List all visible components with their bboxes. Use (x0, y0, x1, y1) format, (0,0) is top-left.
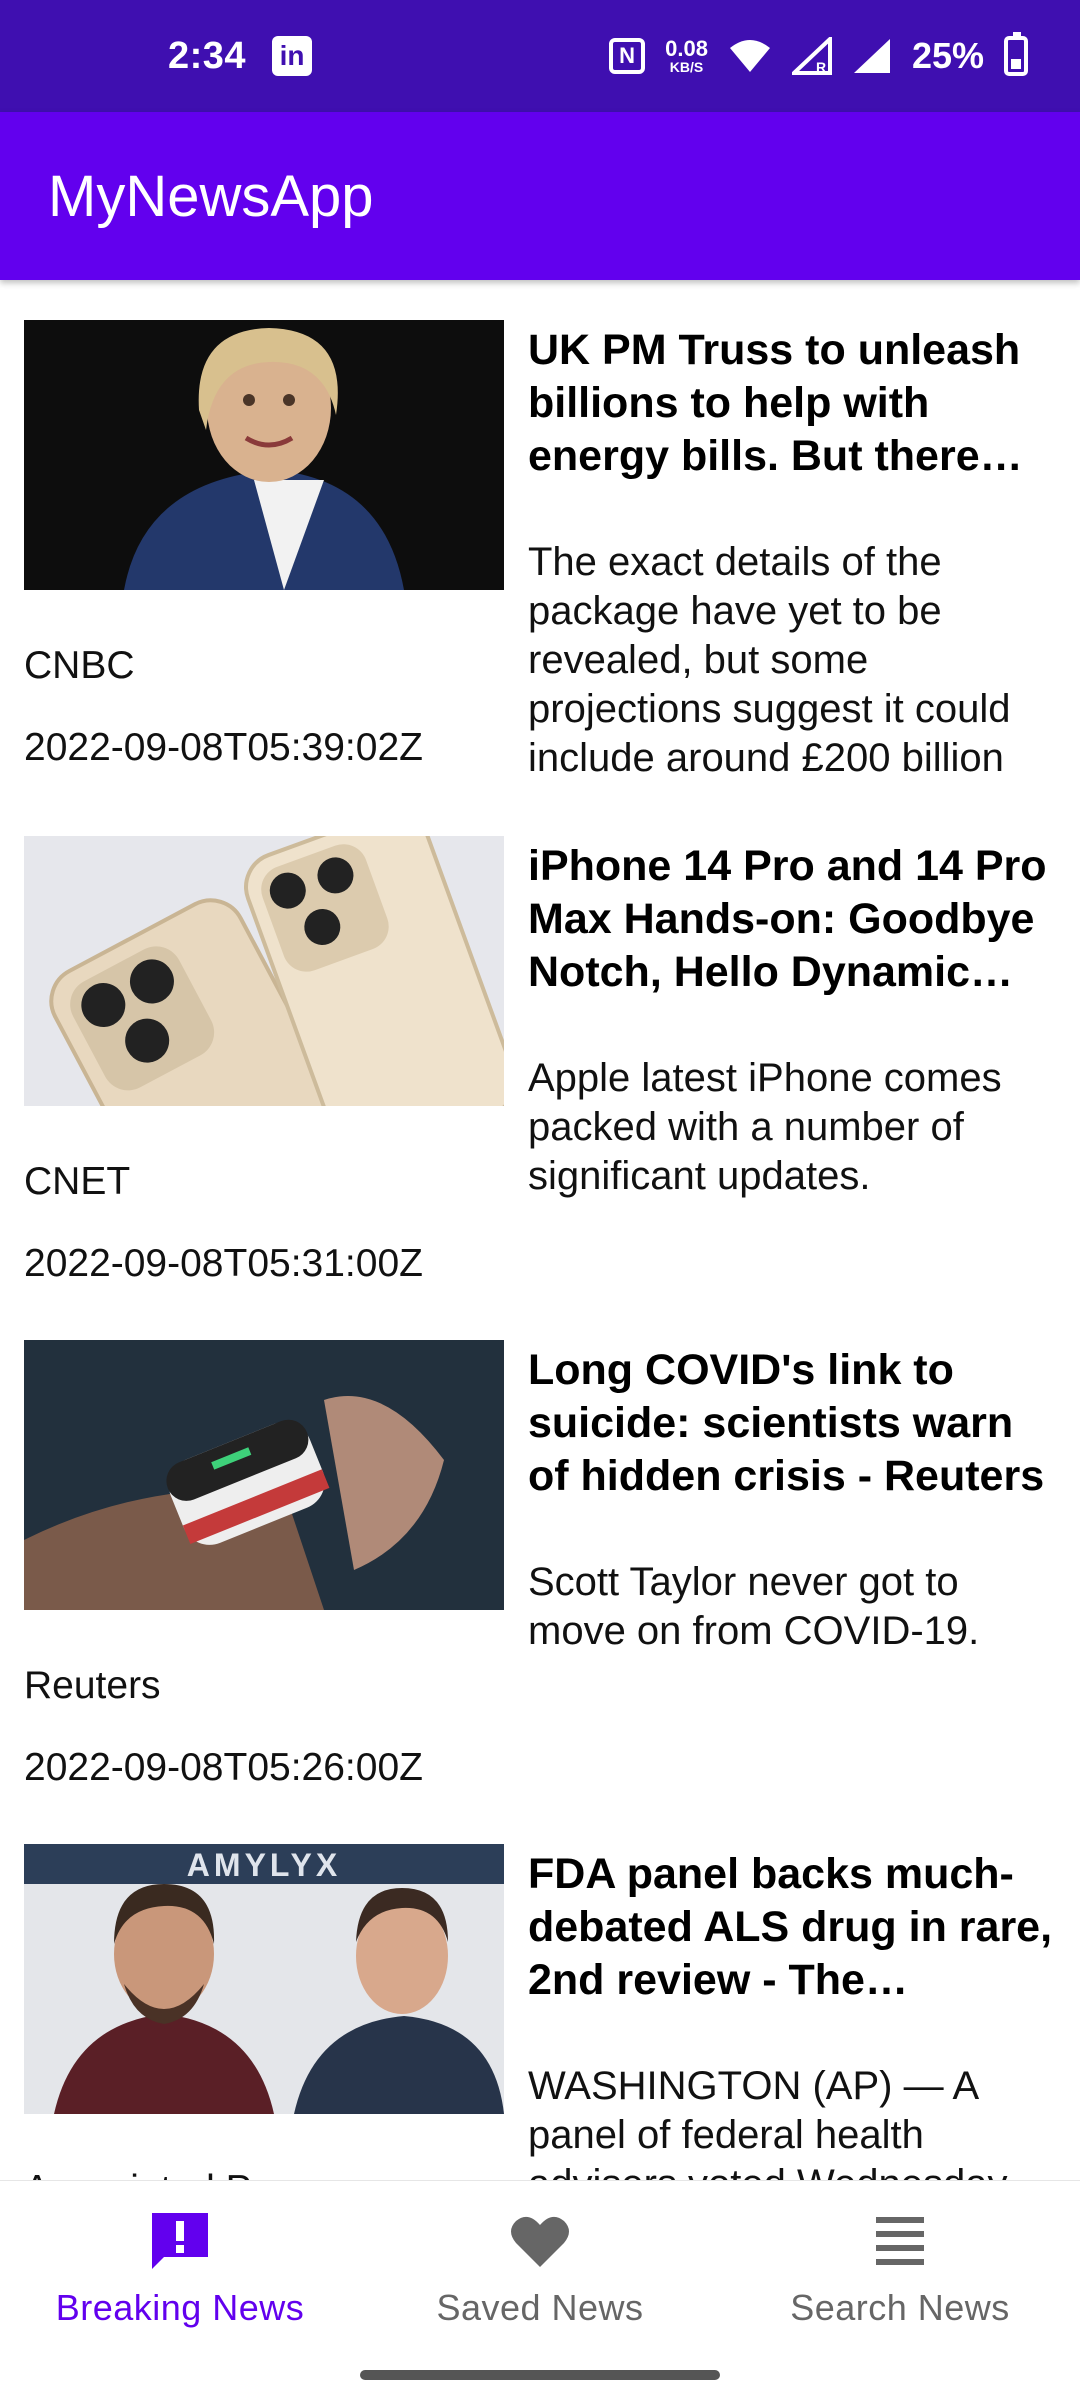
article-source: Associated Press (24, 2168, 325, 2180)
article-image (24, 320, 504, 590)
app-bar: MyNewsApp (0, 112, 1080, 280)
article-source: CNBC (24, 644, 135, 687)
app-title: MyNewsApp (48, 163, 374, 229)
article-image-two-men: AMYLYX (24, 1844, 504, 2114)
nfc-icon: N (609, 38, 646, 74)
status-time: 2:34 (168, 34, 247, 77)
article-image-pulse-oximeter (24, 1340, 504, 1610)
status-bar: 2:34 in N 0.08 KB/S R 25% (0, 0, 1080, 112)
nav-saved-news[interactable]: Saved News (360, 2209, 720, 2339)
battery-charging-icon (1004, 32, 1028, 76)
network-speed-value: 0.08 (665, 36, 708, 61)
screen: 2:34 in N 0.08 KB/S R 25% MyNewsApp CNBC… (0, 0, 1080, 2400)
linkedin-notification-icon: in (272, 36, 313, 76)
article-image-portrait-woman (24, 320, 504, 590)
article-image-iphones (24, 836, 504, 1106)
nav-search-news[interactable]: Search News (720, 2209, 1080, 2339)
battery-percent: 25% (911, 35, 984, 76)
nav-label: Search News (790, 2287, 1010, 2328)
article-title: Long COVID's link to suicide: scientists… (528, 1346, 1045, 1500)
signal-icon (853, 39, 890, 73)
article-source: CNET (24, 1160, 131, 1203)
news-article[interactable]: CNET 2022-09-08T05:31:00Z iPhone 14 Pro … (0, 796, 1080, 1296)
image-sign-text: AMYLYX (187, 1847, 341, 1883)
status-left: 2:34 in (168, 34, 313, 78)
article-image: AMYLYX (24, 1844, 504, 2114)
gesture-navigation-bar[interactable] (360, 2370, 720, 2380)
article-title: iPhone 14 Pro and 14 Pro Max Hands-on: G… (528, 842, 1047, 996)
nav-label: Breaking News (55, 2287, 305, 2328)
signal-roaming-icon: R (791, 37, 832, 75)
heart-icon (508, 2209, 572, 2273)
news-article[interactable]: Reuters 2022-09-08T05:26:00Z Long COVID'… (0, 1300, 1080, 1800)
bottom-navigation: Breaking News Saved News Search News (0, 2180, 1080, 2400)
svg-text:R: R (816, 59, 826, 75)
article-image (24, 836, 504, 1106)
status-right: N 0.08 KB/S R 25% (609, 32, 1028, 77)
article-description: Scott Taylor never got to move on from C… (528, 1560, 980, 1653)
network-speed: 0.08 KB/S (665, 36, 708, 75)
list-icon (868, 2209, 932, 2273)
article-description: The exact details of the package have ye… (528, 540, 1011, 780)
network-speed-unit: KB/S (669, 59, 704, 75)
article-description: Apple latest iPhone comes packed with a … (528, 1056, 1002, 1198)
wifi-icon (729, 40, 770, 72)
article-title: FDA panel backs much-debated ALS drug in… (528, 1850, 1053, 2004)
nav-breaking-news[interactable]: Breaking News (0, 2209, 360, 2339)
nav-label: Saved News (436, 2287, 644, 2328)
article-title: UK PM Truss to unleash billions to help … (528, 326, 1021, 480)
news-article[interactable]: AMYLYX Associated Press FDA panel backs … (0, 1804, 1080, 2180)
article-date: 2022-09-08T05:39:02Z (24, 726, 423, 769)
news-list[interactable]: CNBC 2022-09-08T05:39:02Z UK PM Truss to… (0, 280, 1080, 2180)
article-source: Reuters (24, 1664, 161, 1707)
article-description: WASHINGTON (AP) — A panel of federal hea… (528, 2064, 1008, 2180)
article-date: 2022-09-08T05:26:00Z (24, 1746, 423, 1789)
news-article[interactable]: CNBC 2022-09-08T05:39:02Z UK PM Truss to… (0, 280, 1080, 780)
alert-message-icon (148, 2209, 212, 2273)
article-date: 2022-09-08T05:31:00Z (24, 1242, 423, 1285)
article-image (24, 1340, 504, 1610)
